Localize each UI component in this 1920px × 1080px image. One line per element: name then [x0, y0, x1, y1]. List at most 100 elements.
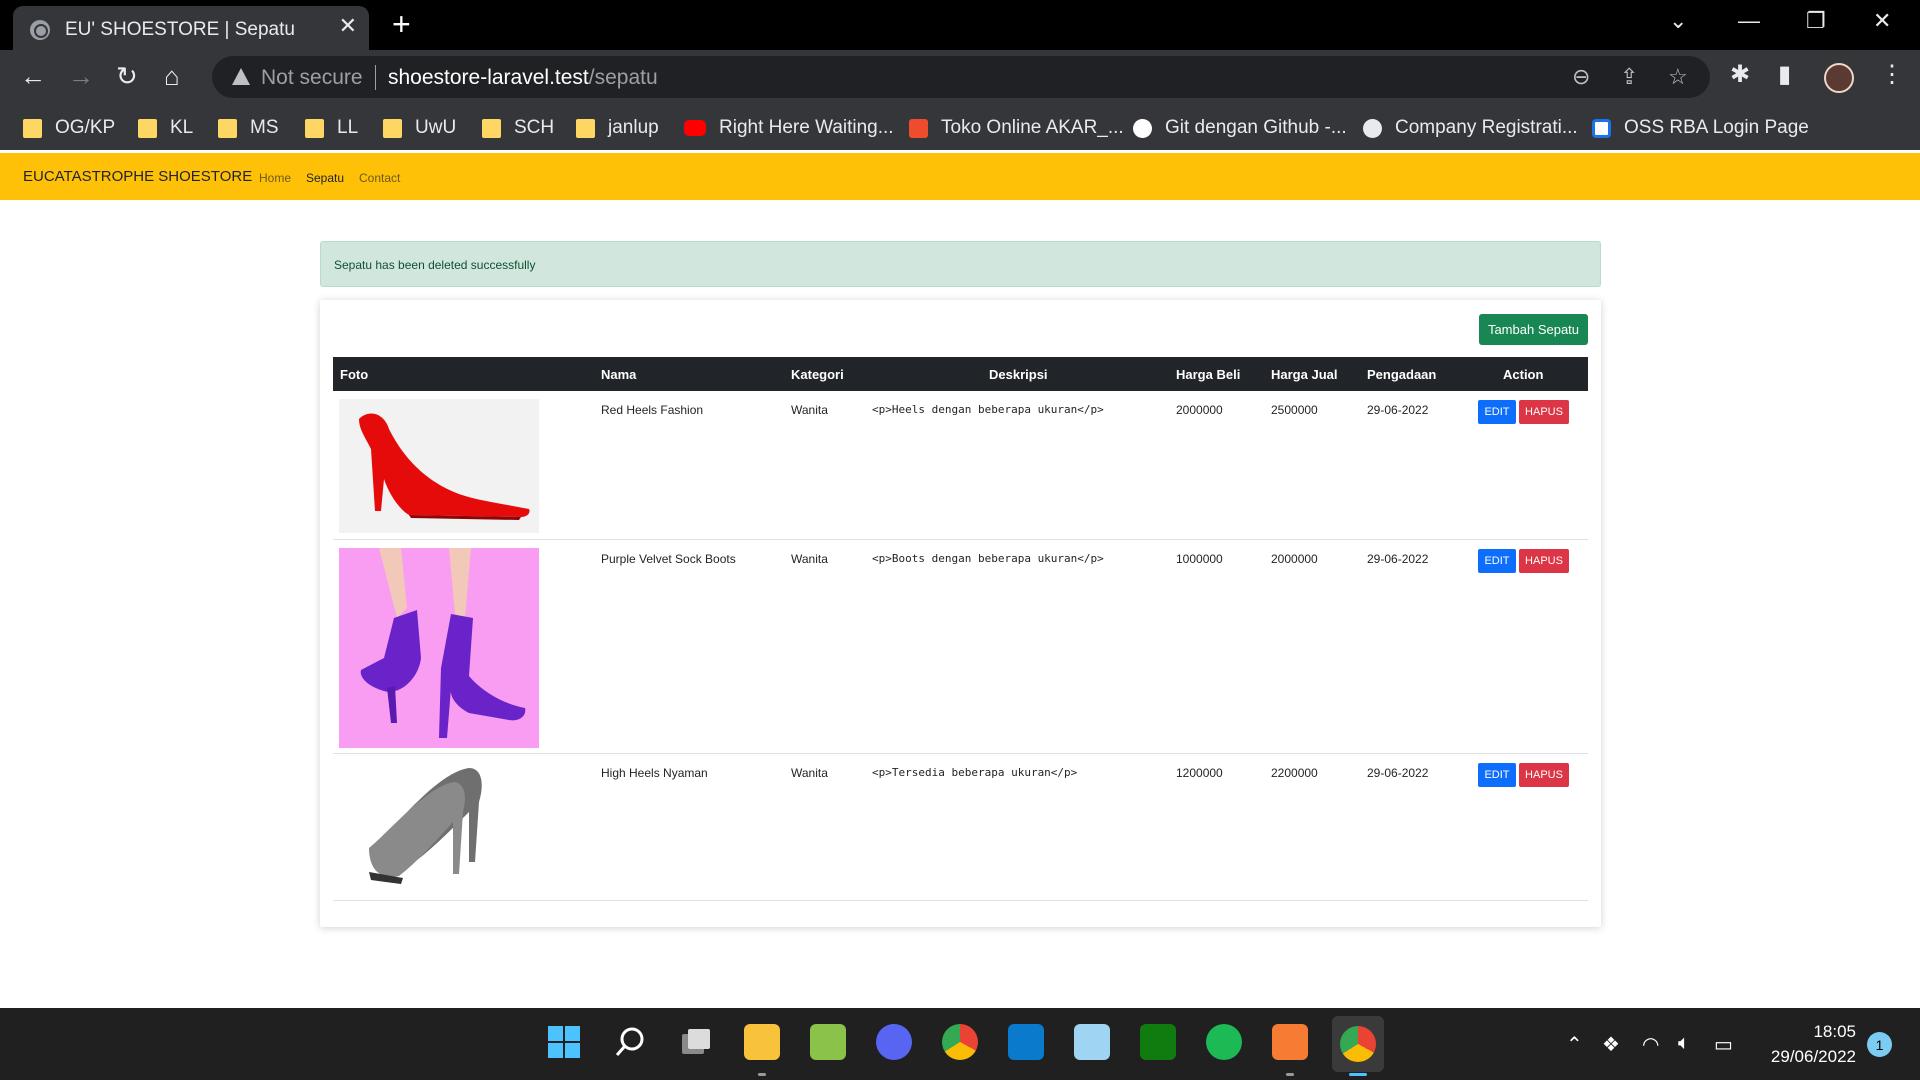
column-header-pengadaan: Pengadaan	[1367, 367, 1437, 382]
active-indicator	[1349, 1073, 1367, 1076]
nav-home-link[interactable]: Home	[259, 171, 291, 185]
column-header-foto: Foto	[340, 367, 369, 382]
bookmark-label: MS	[250, 117, 279, 138]
nav-sepatu-link[interactable]: Sepatu	[306, 171, 344, 185]
chevron-up-icon[interactable]: ⌃	[1566, 1032, 1583, 1057]
dropbox-icon[interactable]: ❖	[1602, 1032, 1620, 1057]
bookmarks-bar: OG/KP KL MS LL UwU SCH janlup Right Here…	[0, 105, 1920, 150]
browser-toolbar: ← → ↻ ⌂ Not secure shoestore-laravel.tes…	[0, 50, 1920, 105]
cell-kategori: Wanita	[791, 552, 828, 566]
xbox-icon[interactable]	[1140, 1024, 1176, 1060]
delete-button[interactable]: HAPUS	[1519, 763, 1569, 787]
bookmark-item[interactable]: Right Here Waiting...	[684, 115, 894, 141]
back-arrow-icon[interactable]: ←	[20, 63, 46, 89]
start-button[interactable]	[546, 1024, 582, 1060]
youtube-icon	[684, 120, 706, 136]
home-icon[interactable]: ⌂	[164, 63, 180, 89]
globe-icon	[1363, 118, 1382, 138]
bookmark-label: OSS RBA Login Page	[1624, 117, 1809, 138]
bookmark-item[interactable]: KL	[138, 115, 193, 141]
file-explorer-icon[interactable]	[744, 1024, 780, 1060]
cell-nama: High Heels Nyaman	[601, 766, 708, 780]
bookmark-item[interactable]: SCH	[482, 115, 554, 141]
notepad-icon[interactable]	[810, 1024, 846, 1060]
cell-harga-jual: 2500000	[1271, 403, 1318, 417]
bookmark-item[interactable]: Git dengan Github -...	[1133, 115, 1347, 141]
edit-button[interactable]: EDIT	[1478, 763, 1516, 787]
bookmark-item[interactable]: OG/KP	[23, 115, 115, 141]
warning-icon[interactable]	[232, 68, 250, 85]
bookmark-item[interactable]: OSS RBA Login Page	[1592, 115, 1809, 141]
cell-nama: Red Heels Fashion	[601, 403, 704, 417]
column-header-nama: Nama	[601, 367, 637, 382]
bookmark-label: UwU	[415, 117, 457, 138]
not-secure-label[interactable]: Not secure	[261, 66, 363, 90]
omnibox-divider	[375, 65, 376, 90]
shopee-icon	[909, 118, 928, 138]
add-sepatu-button[interactable]: Tambah Sepatu	[1479, 314, 1588, 345]
share-icon[interactable]: ⇪	[1620, 64, 1638, 90]
bookmark-item[interactable]: LL	[305, 115, 358, 141]
close-tab-icon[interactable]: ✕	[339, 15, 357, 37]
sepatu-card: Tambah Sepatu Foto Nama Kategori Deskrip…	[320, 300, 1601, 927]
tab-search-icon[interactable]: ⌄	[1669, 8, 1687, 34]
edit-button[interactable]: EDIT	[1478, 400, 1516, 424]
bookmark-item[interactable]: Toko Online AKAR_...	[909, 115, 1124, 141]
shoe-photo	[339, 399, 539, 533]
delete-button[interactable]: HAPUS	[1519, 549, 1569, 573]
new-tab-button[interactable]: +	[392, 8, 411, 40]
battery-icon[interactable]: ▭	[1714, 1032, 1733, 1057]
grey-heels-image	[369, 768, 482, 884]
forward-arrow-icon[interactable]: →	[68, 63, 94, 89]
bookmark-item[interactable]: MS	[218, 115, 279, 141]
delete-button[interactable]: HAPUS	[1519, 400, 1569, 424]
clock-date[interactable]: 29/06/2022	[1756, 1047, 1856, 1067]
browser-tab-strip: EU' SHOESTORE | Sepatu ✕ + ⌄ — ❐ ✕	[0, 0, 1920, 50]
url-path[interactable]: /sepatu	[589, 66, 658, 89]
chrome-icon	[1340, 1026, 1376, 1062]
cell-kategori: Wanita	[791, 766, 828, 780]
bookmark-label: Company Registrati...	[1395, 117, 1578, 138]
url-text[interactable]: shoestore-laravel.test/sepatu	[388, 66, 658, 90]
xampp-icon[interactable]	[1272, 1024, 1308, 1060]
bookmark-item[interactable]: Company Registrati...	[1363, 115, 1578, 141]
profile-avatar[interactable]	[1824, 63, 1854, 93]
task-view-icon[interactable]	[678, 1024, 714, 1060]
search-icon[interactable]	[612, 1024, 648, 1060]
restore-button[interactable]: ❐	[1806, 8, 1826, 34]
minimize-button[interactable]: —	[1738, 8, 1760, 34]
vscode-icon[interactable]	[1008, 1024, 1044, 1060]
address-bar[interactable]: Not secure shoestore-laravel.test/sepatu…	[212, 56, 1710, 98]
spotify-icon[interactable]	[1206, 1024, 1242, 1060]
browser-tab-active[interactable]: EU' SHOESTORE | Sepatu ✕	[13, 6, 369, 50]
volume-icon[interactable]: 🔈︎	[1678, 1032, 1690, 1055]
cell-kategori: Wanita	[791, 403, 828, 417]
extensions-icon[interactable]: ✱	[1730, 62, 1750, 88]
nav-contact-link[interactable]: Contact	[359, 171, 400, 185]
column-header-action: Action	[1503, 367, 1544, 382]
bookmark-item[interactable]: UwU	[383, 115, 456, 141]
side-panel-icon[interactable]: ▮	[1778, 62, 1791, 88]
url-host[interactable]: shoestore-laravel.test	[388, 66, 589, 89]
discord-icon[interactable]	[876, 1024, 912, 1060]
close-window-button[interactable]: ✕	[1873, 8, 1891, 34]
chrome-active-app[interactable]	[1332, 1016, 1384, 1072]
clock-time[interactable]: 18:05	[1768, 1022, 1856, 1042]
notification-badge[interactable]: 1	[1867, 1032, 1892, 1057]
contacts-app-icon[interactable]	[1074, 1024, 1110, 1060]
bookmark-item[interactable]: janlup	[576, 115, 659, 141]
table-row: High Heels Nyaman Wanita <p>Tersedia beb…	[333, 754, 1588, 901]
edit-button[interactable]: EDIT	[1478, 549, 1516, 573]
running-indicator	[1286, 1073, 1294, 1076]
bookmark-star-icon[interactable]: ☆	[1668, 64, 1688, 90]
reload-icon[interactable]: ↻	[116, 63, 138, 89]
folder-icon	[23, 118, 42, 138]
column-header-kategori: Kategori	[791, 367, 844, 382]
navbar-brand[interactable]: EUCATASTROPHE SHOESTORE	[23, 168, 252, 185]
bookmark-label: OG/KP	[55, 117, 116, 138]
chrome-icon[interactable]	[942, 1024, 978, 1060]
wifi-icon[interactable]: ◠	[1642, 1032, 1659, 1057]
zoom-icon[interactable]: ⊖	[1572, 64, 1590, 90]
menu-kebab-icon[interactable]: ⋮	[1880, 62, 1904, 88]
cell-deskripsi: <p>Tersedia beberapa ukuran</p>	[872, 766, 1078, 779]
